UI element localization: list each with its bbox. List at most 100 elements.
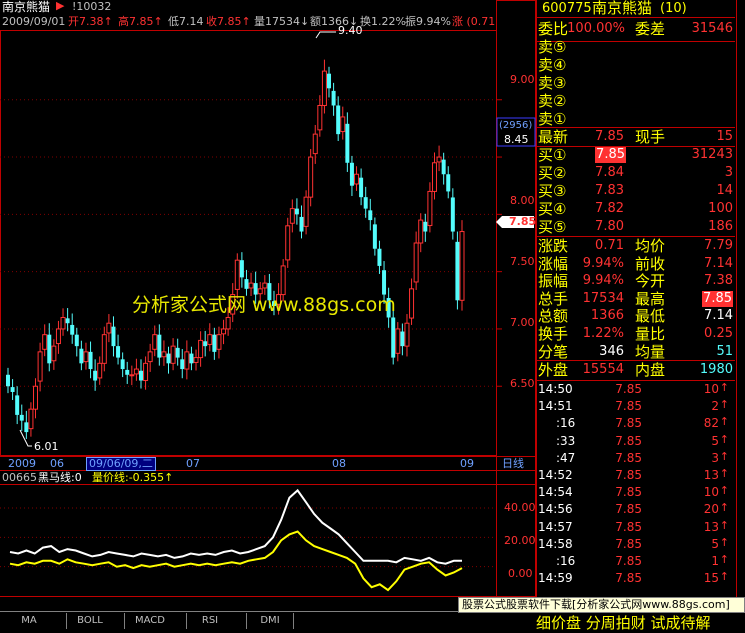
candle-body	[450, 197, 455, 232]
candle-body	[184, 351, 190, 370]
ask-row-2: 卖②	[536, 92, 735, 110]
stat-label: 均量	[635, 342, 666, 361]
tick-volume: 3	[711, 450, 719, 465]
tick-price: 7.85	[615, 485, 642, 500]
stat-row: 总手 17534 最高 7.85	[536, 290, 735, 308]
tick-up-arrow: ↑	[719, 467, 729, 480]
bid-row-4: 买④ 7.82 100	[536, 200, 735, 218]
candle-body	[42, 334, 48, 350]
promo-banner[interactable]: 股票公式股票软件下载[分析家公式网www.88gs.com]	[458, 597, 745, 613]
candle-body	[120, 359, 125, 370]
y-tick-label: 6.50	[510, 377, 535, 390]
stat-label: 换手	[538, 325, 569, 343]
tick-price: 7.85	[615, 571, 642, 586]
tick-row: :16 7.85 1 ↑	[536, 553, 735, 570]
tick-volume: 2	[711, 399, 719, 414]
candle-body	[88, 351, 93, 370]
candle-body	[377, 248, 382, 266]
candle-body	[404, 322, 410, 347]
bid-volume: 31243	[691, 147, 733, 162]
tick-row: 14:59 7.85 15 ↑	[536, 570, 735, 587]
tick-volume: 13	[703, 519, 719, 534]
tick-up-arrow: ↑	[719, 381, 729, 394]
x-cursor-date: 09/06/09,二	[86, 457, 156, 471]
ask-label: 卖③	[538, 74, 567, 92]
tab-ma[interactable]: MA	[6, 613, 52, 629]
tick-up-arrow: ↑	[719, 553, 729, 566]
candle-body	[212, 334, 217, 352]
tick-price: 7.85	[615, 433, 642, 448]
candle-body	[294, 208, 299, 215]
y-tick-label: 9.00	[510, 73, 535, 86]
candle-body	[161, 351, 167, 358]
bid-row-5: 买⑤ 7.80 186	[536, 218, 735, 236]
tick-price: 7.85	[615, 416, 642, 431]
quote-panel: 600775 南京熊猫 (10) 委比 100.00% 委差 31546 卖⑤ …	[536, 0, 745, 597]
tab-dmi[interactable]: DMI	[246, 613, 294, 629]
x-label: 06	[50, 457, 64, 470]
candle-body	[234, 259, 240, 290]
ask-label: 卖⑤	[538, 38, 567, 56]
stat-label: 涨幅	[538, 254, 569, 273]
candle-body	[19, 414, 24, 421]
candle-body	[65, 318, 70, 324]
tick-time: 14:56	[538, 502, 573, 517]
candle-body	[106, 322, 112, 334]
candle-body	[15, 395, 20, 415]
stat-value: 7.79	[704, 238, 733, 253]
tick-row: 14:56 7.85 20 ↑	[536, 501, 735, 518]
candle-body	[33, 385, 39, 410]
bid-row-2: 买② 7.84 3	[536, 164, 735, 182]
stat-value: 7.38	[704, 273, 733, 289]
candle-body	[55, 328, 61, 345]
tick-up-arrow: ↑	[719, 535, 729, 549]
candle-body	[101, 334, 107, 364]
candle-body	[345, 123, 350, 163]
candle-body	[51, 345, 57, 362]
ask-label: 卖①	[538, 110, 567, 128]
tick-time: 14:59	[538, 571, 573, 586]
tick-row: 14:57 7.85 13 ↑	[536, 519, 735, 536]
tab-rsi[interactable]: RSI	[186, 613, 233, 629]
stat-label: 振幅	[538, 272, 569, 291]
candle-body	[441, 159, 446, 175]
bid-volume: 3	[724, 165, 733, 180]
bid-price-highlight: 7.85	[595, 147, 626, 163]
indicator-name: 00665	[2, 471, 37, 484]
outer-label: 外盘	[538, 361, 569, 379]
tick-up-arrow: ↑	[719, 518, 729, 532]
candle-body	[280, 265, 286, 296]
candle-body	[70, 324, 75, 335]
candle-body	[340, 116, 346, 133]
candle-body	[93, 370, 98, 381]
candle-body	[6, 374, 10, 387]
tick-volume: 1	[711, 554, 719, 568]
tick-volume: 10	[703, 485, 719, 500]
candle-body	[97, 362, 103, 379]
candle-body	[175, 347, 180, 358]
tick-time: 14:50	[538, 382, 573, 396]
candle-body	[253, 283, 258, 295]
stat-label: 均价	[635, 237, 666, 255]
stat-label: 总额	[538, 307, 569, 326]
y-tick-label: 7.00	[510, 316, 535, 329]
stat-row: 分笔 346 均量 51	[536, 343, 735, 361]
candle-body	[327, 73, 332, 89]
indicator-tabs: MA BOLL MACD RSI DMI	[0, 611, 460, 633]
candle-body	[125, 369, 130, 375]
candle-body	[363, 197, 368, 209]
candle-body	[166, 353, 171, 364]
xianshou-value: 15	[716, 129, 733, 144]
tick-volume: 5	[711, 536, 719, 551]
latest-value: 7.85	[595, 129, 624, 144]
candle-body	[37, 351, 43, 382]
tab-boll[interactable]: BOLL	[66, 613, 113, 629]
candle-body	[409, 288, 415, 319]
daily-period-button[interactable]: 日线	[502, 458, 524, 470]
x-label: 07	[186, 457, 200, 470]
candle-body	[216, 334, 222, 350]
ask-row-3: 卖③	[536, 74, 735, 92]
y-tick-label: 8.00	[510, 194, 535, 207]
tab-macd[interactable]: MACD	[124, 613, 175, 629]
panel-count: (10)	[660, 1, 687, 16]
